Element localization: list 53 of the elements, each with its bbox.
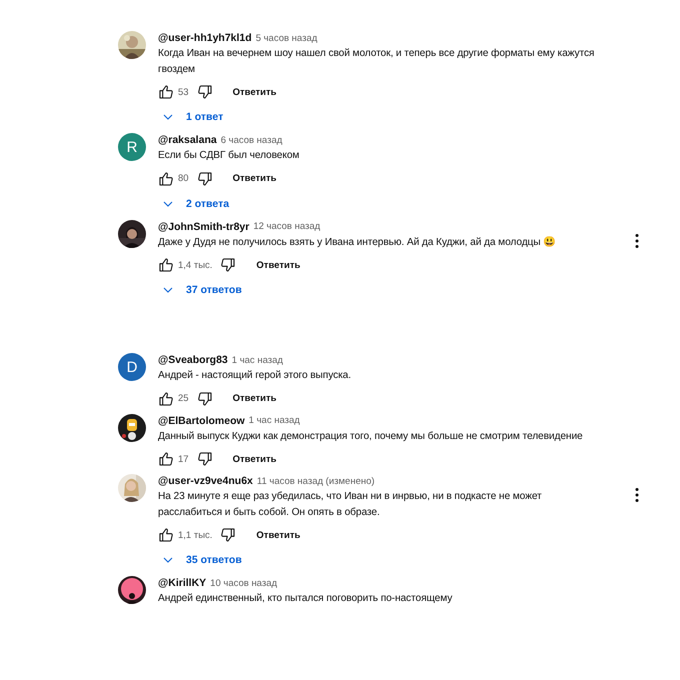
comment-text: Андрей единственный, кто пытался поговорить по-настоящему <box>158 592 454 606</box>
author-name[interactable]: @Sveaborg83 <box>158 354 228 366</box>
reply-button[interactable]: Ответить <box>248 256 308 274</box>
reply-button[interactable]: Ответить <box>224 170 284 187</box>
avatar[interactable]: D <box>118 353 146 381</box>
thumbs-down-icon[interactable] <box>196 170 213 186</box>
reply-button[interactable]: Ответить <box>224 84 284 100</box>
timestamp[interactable]: 1 час назад <box>248 415 300 426</box>
timestamp[interactable]: 1 час назад <box>232 354 283 366</box>
comment-text: Даже у Дудя не получилось взять у Ивана интервью. Ай да Куджи, ай да молодцы 😃 <box>158 235 558 250</box>
thumbs-down-icon[interactable] <box>220 527 236 543</box>
timestamp[interactable]: 12 часов назад <box>253 221 320 232</box>
comment-text: Если бы СДВГ был человеком <box>158 149 300 163</box>
thumbs-down-icon[interactable] <box>220 257 236 273</box>
comment-text: Андрей - настоящий герой этого выпуска. <box>158 369 352 383</box>
comment-text: Данный выпуск Куджи как демонстрация того, почему мы больше не смотрим телевидение <box>158 430 584 444</box>
like-count: 25 <box>178 393 189 404</box>
like-count: 53 <box>178 86 189 98</box>
thumbs-up-icon[interactable] <box>158 451 174 467</box>
more-options-icon[interactable] <box>634 232 640 248</box>
timestamp[interactable]: 11 часов назад (изменено) <box>256 476 375 486</box>
avatar[interactable]: R <box>118 133 146 161</box>
author-name[interactable]: @JohnSmith-tr8yr <box>158 220 250 232</box>
like-count: 1,1 тыс. <box>178 530 212 540</box>
reply-button[interactable]: Ответить <box>248 526 308 544</box>
thumbs-down-icon[interactable] <box>196 390 213 406</box>
like-count: 17 <box>178 454 189 464</box>
comment-text: На 23 минуте я еще раз убедилась, что Иван ни в инрвью, ни в подкасте не может расслабиться и быть собой. Он опять в образе. <box>158 490 543 520</box>
thumbs-up-icon[interactable] <box>158 257 174 273</box>
reply-button[interactable]: Ответить <box>224 450 284 468</box>
replies-toggle[interactable]: 2 ответа <box>158 192 230 216</box>
author-name[interactable]: @user-vz9ve4nu6x <box>158 475 253 487</box>
thumbs-up-icon[interactable] <box>158 390 174 406</box>
thumbs-down-icon[interactable] <box>196 84 213 100</box>
author-name[interactable]: @raksalana <box>158 134 217 146</box>
replies-toggle[interactable]: 1 ответ <box>158 105 224 129</box>
more-options-icon[interactable] <box>634 487 640 503</box>
timestamp[interactable]: 10 часов назад <box>210 578 278 588</box>
replies-toggle[interactable]: 35 ответов <box>158 548 242 572</box>
thumbs-up-icon[interactable] <box>158 84 174 100</box>
like-count: 1,4 тыс. <box>178 260 212 270</box>
reply-button[interactable]: Ответить <box>224 390 284 407</box>
comment-text: Когда Иван на вечернем шоу нашел свой молоток, и теперь все другие форматы ему кажутся гвоздем <box>158 47 596 76</box>
like-count: 80 <box>178 173 189 184</box>
author-name[interactable]: @ElBartolomeow <box>158 414 245 426</box>
thumbs-up-icon[interactable] <box>158 170 174 186</box>
timestamp[interactable]: 5 часов назад <box>256 32 318 44</box>
thumbs-up-icon[interactable] <box>158 527 174 543</box>
author-name[interactable]: @KirillKY <box>158 577 206 589</box>
timestamp[interactable]: 6 часов назад <box>220 134 282 146</box>
author-name[interactable]: @user-hh1yh7kl1d <box>158 32 252 44</box>
thumbs-down-icon[interactable] <box>196 451 213 467</box>
replies-toggle[interactable]: 37 ответов <box>158 278 242 302</box>
